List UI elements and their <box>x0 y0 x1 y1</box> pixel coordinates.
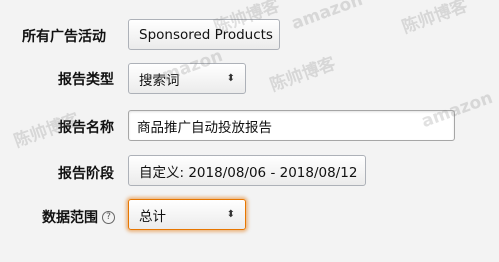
campaign-label: 所有广告活动 <box>22 29 106 45</box>
data-scope-label: 数据范围 <box>42 210 98 226</box>
updown-caret-icon: ⬍ <box>226 72 235 84</box>
campaign-select[interactable]: Sponsored Products ⬍ <box>128 19 280 50</box>
watermark-text: amazon <box>288 0 366 35</box>
report-type-select-value: 搜索词 <box>139 72 180 89</box>
question-circle-icon[interactable]: ? <box>102 210 115 224</box>
report-type-select[interactable]: 搜索词 ⬍ <box>128 63 246 94</box>
updown-caret-icon: ⬍ <box>226 208 235 220</box>
report-name-input[interactable]: 商品推广自动投放报告 <box>128 110 455 141</box>
report-type-label: 报告类型 <box>58 72 114 88</box>
updown-caret-icon: ⬍ <box>365 166 366 176</box>
report-period-label: 报告阶段 <box>58 166 114 182</box>
report-period-select-value: 自定义: 2018/08/06 - 2018/08/12 <box>139 164 358 181</box>
watermark-text: 陈帅博客 <box>267 53 339 96</box>
campaign-select-value: Sponsored Products <box>139 26 273 43</box>
report-name-label: 报告名称 <box>58 120 114 136</box>
watermark-text: 陈帅博客 <box>399 0 471 38</box>
report-period-select[interactable]: 自定义: 2018/08/06 - 2018/08/12 ⬍ <box>128 155 366 186</box>
data-scope-select[interactable]: 总计 ⬍ <box>128 199 246 230</box>
data-scope-label-group: 数据范围? <box>42 207 115 227</box>
data-scope-select-value: 总计 <box>139 208 166 225</box>
